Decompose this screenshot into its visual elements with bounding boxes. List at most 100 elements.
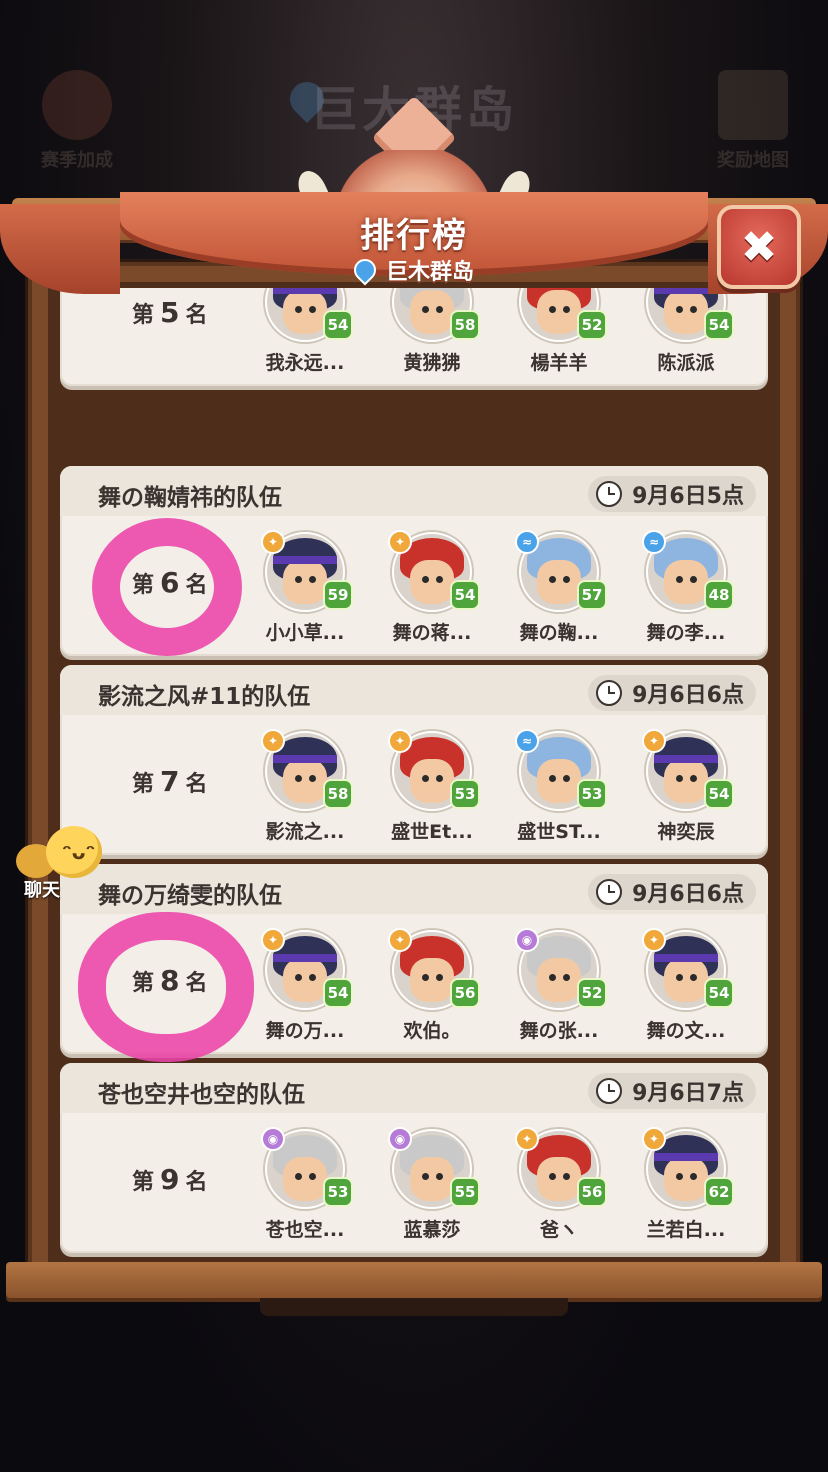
avatar-headband — [273, 954, 337, 962]
member-avatar-wrap: ✦ 58 — [257, 729, 353, 811]
team-member[interactable]: ◉58黄狒狒 — [377, 288, 487, 375]
avatar-eye — [549, 576, 556, 583]
avatar-face — [283, 1157, 327, 1201]
avatar-face — [283, 560, 327, 604]
water-element-icon: ≈ — [642, 530, 666, 554]
level-badge: 53 — [577, 779, 607, 809]
rank-suffix: 名 — [185, 303, 208, 328]
location-name: 巨木群岛 — [385, 260, 474, 285]
avatar-eye — [676, 1173, 683, 1180]
avatar-headband — [654, 755, 718, 763]
ranking-list[interactable]: 黄狒狒的队伍9月6日5点第5名✦54我永远...◉58黄狒狒✦52楊羊羊✦54陈… — [60, 288, 768, 1258]
rank-prefix: 第 — [132, 303, 155, 328]
team-member[interactable]: ✦ 56 欢伯。 — [377, 928, 487, 1043]
avatar-eye — [549, 775, 556, 782]
level-badge: 62 — [704, 1177, 734, 1207]
avatar-eye — [690, 1173, 697, 1180]
avatar-eye — [295, 775, 302, 782]
rank-number: 9 — [160, 1163, 180, 1196]
team-member[interactable]: ≈57 舞の鞠... — [504, 530, 614, 645]
team-member[interactable]: ✦ 53 盛世Et... — [377, 729, 487, 844]
member-name: 苍也空... — [265, 1219, 345, 1241]
avatar-eye — [422, 1173, 429, 1180]
avatar-eye — [676, 974, 683, 981]
frame-foot — [260, 1298, 568, 1316]
avatar-eye — [295, 576, 302, 583]
location-subtitle: 巨木群岛 — [0, 254, 828, 286]
team-member[interactable]: ✦ 54 舞の万... — [250, 928, 360, 1043]
avatar-face — [537, 1157, 581, 1201]
avatar-face — [410, 759, 454, 803]
team-member[interactable]: ◉ 52 舞の张... — [504, 928, 614, 1043]
avatar-face — [664, 1157, 708, 1201]
chat-label: 聊天 — [24, 880, 60, 901]
team-member[interactable]: ◉ 55 蓝慕莎 — [377, 1127, 487, 1242]
fire-element-icon: ✦ — [388, 530, 412, 554]
level-badge: 56 — [450, 978, 480, 1008]
avatar-eye — [676, 775, 683, 782]
team-time-badge: 9月6日6点 — [588, 874, 756, 910]
fire-element-icon: ✦ — [515, 1127, 539, 1151]
level-badge: 54 — [323, 310, 353, 340]
member-name: 蓝慕莎 — [403, 1219, 461, 1241]
avatar-eye — [309, 306, 316, 313]
team-member[interactable]: ✦ 54 舞の蒋... — [377, 530, 487, 645]
member-avatar-wrap: ≈53 — [511, 729, 607, 811]
chat-button[interactable]: ᵔᴗᵔ 聊天 — [10, 826, 102, 901]
team-member[interactable]: ✦ 54 神奕辰 — [631, 729, 741, 844]
avatar-eye — [309, 974, 316, 981]
team-card[interactable]: 黄狒狒的队伍9月6日5点第5名✦54我永远...◉58黄狒狒✦52楊羊羊✦54陈… — [60, 288, 768, 386]
team-card[interactable]: 影流之风#11的队伍 9月6日6点第 7 名 ✦ 58 影流之... ✦ 53 盛世Et... ≈5… — [60, 665, 768, 855]
team-member[interactable]: ✦ 54 舞の文... — [631, 928, 741, 1043]
member-name: 影流之... — [265, 821, 345, 843]
fire-element-icon: ✦ — [261, 729, 285, 753]
avatar-eye — [563, 306, 570, 313]
member-name: 舞の蒋... — [392, 622, 472, 644]
level-badge: 55 — [450, 1177, 480, 1207]
team-member[interactable]: ✦ 58 影流之... — [250, 729, 360, 844]
avatar-eye — [563, 974, 570, 981]
member-name: 小小草... — [265, 622, 345, 644]
team-member[interactable]: ✦54我永远... — [250, 288, 360, 375]
rank-number: 7 — [160, 765, 180, 798]
avatar-eye — [563, 576, 570, 583]
reward-map-icon — [718, 70, 788, 140]
team-member[interactable]: ✦ 59 小小草... — [250, 530, 360, 645]
team-time: 9月6日6点 — [632, 882, 744, 907]
avatar-eye — [676, 306, 683, 313]
avatar-eye — [676, 576, 683, 583]
avatar-eye — [436, 306, 443, 313]
avatar-headband — [273, 556, 337, 564]
avatar-eye — [549, 1173, 556, 1180]
leaderboard-header: 排行榜 巨木群岛 — [0, 95, 828, 300]
clock-icon — [596, 1078, 623, 1104]
team-card[interactable]: 苍也空井也空的队伍 9月6日7点第 9 名 ◉ 53 苍也空... ◉ 55 蓝慕莎 ✦ 56 爸ヽ ✦ 6… — [60, 1063, 768, 1253]
close-button[interactable]: ✖ — [717, 205, 801, 289]
team-rank: 第9名 — [132, 1163, 208, 1196]
avatar-eye — [309, 775, 316, 782]
member-avatar-wrap: ◉ 52 — [511, 928, 607, 1010]
team-time-badge: 9月6日7点 — [588, 1073, 756, 1109]
team-name: 舞の万绮雯的队伍 — [98, 883, 282, 909]
avatar-face — [283, 759, 327, 803]
team-member[interactable]: ≈48 舞の李... — [631, 530, 741, 645]
avatar-eye — [422, 775, 429, 782]
avatar-eye — [690, 775, 697, 782]
fire-element-icon: ✦ — [642, 1127, 666, 1151]
team-member[interactable]: ✦54陈派派 — [631, 288, 741, 375]
location-pin-icon — [349, 254, 381, 286]
member-name: 欢伯。 — [403, 1020, 461, 1042]
team-member[interactable]: ✦ 62 兰若白... — [631, 1127, 741, 1242]
team-member[interactable]: ◉ 53 苍也空... — [250, 1127, 360, 1242]
member-name: 舞の鞠... — [519, 622, 599, 644]
team-member[interactable]: ≈53 盛世ST... — [504, 729, 614, 844]
team-member[interactable]: ✦ 56 爸ヽ — [504, 1127, 614, 1242]
member-avatar-wrap: ✦ 62 — [638, 1127, 734, 1209]
avatar-face — [537, 560, 581, 604]
avatar-eye — [436, 576, 443, 583]
level-badge: 53 — [323, 1177, 353, 1207]
team-member[interactable]: ✦52楊羊羊 — [504, 288, 614, 375]
level-badge: 52 — [577, 978, 607, 1008]
team-time-badge: 9月6日5点 — [588, 476, 756, 512]
chat-smile-icon: ᵔᴗᵔ — [62, 840, 96, 864]
